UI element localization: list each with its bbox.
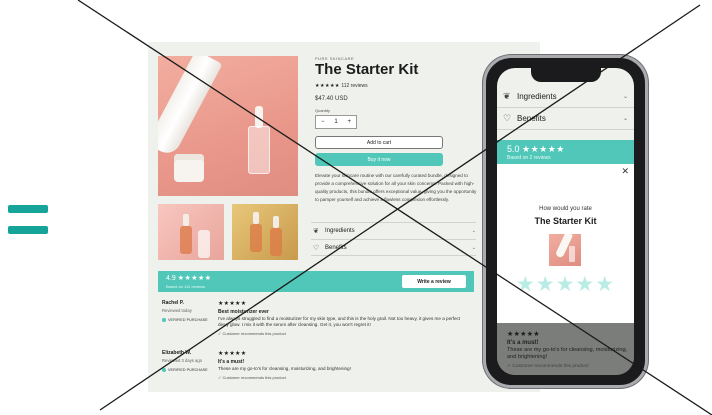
- quantity-decrement-button[interactable]: −: [321, 119, 325, 125]
- review-item: Elizabeth W. Reviewed 3 days ago VERIFIE…: [162, 350, 472, 380]
- equals-sign-bottom-bar: [8, 226, 48, 234]
- review-count: 112 reviews: [341, 83, 368, 89]
- quantity-increment-button[interactable]: +: [347, 119, 351, 125]
- review-text: These are my go-to's for cleansing, mois…: [218, 366, 351, 371]
- review-score: 4.9 ★★★★★: [166, 274, 212, 282]
- review-headline: It's a must!: [507, 340, 539, 346]
- accordion-label: Ingredients: [325, 228, 355, 234]
- star-icon: ★★★★★: [218, 301, 247, 307]
- modal-product-image: [549, 234, 581, 266]
- dropper-bottle-illustration: [248, 106, 270, 176]
- review-headline: It's a must!: [218, 359, 245, 365]
- average-score: 5.0: [507, 144, 520, 154]
- accordion-benefits[interactable]: ♡ Benefits ⌄: [311, 239, 476, 256]
- chevron-down-icon: ⌄: [471, 228, 476, 234]
- product-hero-image[interactable]: [158, 56, 298, 196]
- review-body: ★★★★★ Best moisturizer ever I've always …: [218, 300, 472, 336]
- heart-icon: ♡: [503, 113, 512, 123]
- jar-illustration: [174, 154, 204, 182]
- accordion-label: Benefits: [517, 114, 546, 123]
- leaf-icon: ❦: [503, 91, 511, 101]
- product-thumbnail-2[interactable]: [232, 204, 298, 260]
- equals-sign-top-bar: [8, 205, 48, 213]
- star-icon: ★★★★★: [507, 331, 540, 338]
- phone-review-item: ★★★★★ It's a must! These are my go-to's …: [507, 330, 631, 369]
- star-icon: ★★★★★: [522, 144, 565, 154]
- review-text: I've always struggled to find a moisturi…: [218, 316, 461, 327]
- rating-row[interactable]: ★★★★★ 112 reviews: [315, 83, 368, 89]
- accordion-label: Benefits: [325, 244, 347, 251]
- phone-screen: ❦ Ingredients ⌄ ♡ Benefits ⌄ 5.0 ★★★★★ B…: [497, 68, 634, 375]
- product-price: $47.40 USD: [315, 96, 348, 102]
- review-summary-banner: 4.9 ★★★★★ Based on 112 reviews Write a r…: [158, 271, 474, 292]
- accordion-ingredients[interactable]: ❦ Ingredients ⌄: [311, 222, 476, 239]
- star-icon: ★★★★★: [177, 275, 212, 282]
- star-rating-input[interactable]: ★★★★★: [497, 272, 634, 297]
- chevron-down-icon: ⌄: [622, 116, 628, 122]
- product-title: The Starter Kit: [315, 61, 419, 78]
- buy-now-button[interactable]: Buy it now: [315, 153, 443, 166]
- desktop-product-page: PURE SKINCARE The Starter Kit ★★★★★ 112 …: [148, 42, 540, 392]
- verified-label: VERIFIED PURCHASE: [168, 318, 208, 322]
- rating-modal: ✕ How would you rate The Starter Kit ★★★…: [497, 164, 634, 323]
- chevron-down-icon: ⌄: [622, 94, 628, 100]
- leaf-icon: ❦: [313, 228, 319, 235]
- verified-dot-icon: [162, 318, 166, 322]
- average-score: 4.9: [166, 275, 176, 282]
- recommend-note: ✓ Customer recommends this product: [507, 364, 589, 369]
- review-headline: Best moisturizer ever: [218, 309, 269, 315]
- chevron-down-icon: ⌄: [471, 244, 476, 251]
- recommend-note: ✓ Customer recommends this product: [218, 331, 286, 336]
- add-to-cart-button[interactable]: Add to cart: [315, 136, 443, 149]
- verified-dot-icon: [162, 368, 166, 372]
- tube-illustration: [158, 56, 223, 158]
- based-on-text: Based on 2 reviews: [507, 155, 551, 161]
- quantity-label: Quantity: [315, 108, 330, 113]
- phone-accordion-benefits[interactable]: ♡ Benefits ⌄: [497, 108, 634, 130]
- recommend-note: ✓ Customer recommends this product: [218, 375, 286, 380]
- product-thumbnail-1[interactable]: [158, 204, 224, 260]
- rating-question: How would you rate: [539, 206, 592, 212]
- star-icon: ★★★★★: [315, 83, 340, 89]
- review-body: ★★★★★ It's a must! These are my go-to's …: [218, 350, 472, 380]
- review-score: 5.0 ★★★★★: [507, 144, 624, 155]
- write-review-button[interactable]: Write a review: [402, 275, 466, 288]
- heart-icon: ♡: [313, 244, 320, 252]
- quantity-stepper[interactable]: − 1 +: [315, 115, 357, 129]
- verified-label: VERIFIED PURCHASE: [168, 368, 208, 372]
- phone-notch: [531, 68, 601, 82]
- product-description: Elevate your skincare routine with our c…: [315, 173, 477, 202]
- phone-accordion-ingredients[interactable]: ❦ Ingredients ⌄: [497, 86, 634, 108]
- accordion-label: Ingredients: [517, 92, 557, 101]
- quantity-value[interactable]: 1: [334, 119, 337, 125]
- based-on-text: Based on 112 reviews: [166, 284, 206, 289]
- close-icon[interactable]: ✕: [621, 166, 629, 177]
- phone-mockup: ❦ Ingredients ⌄ ♡ Benefits ⌄ 5.0 ★★★★★ B…: [483, 55, 648, 388]
- star-icon: ★★★★★: [218, 351, 247, 357]
- review-text: These are my go-to's for cleansing, mois…: [507, 347, 628, 360]
- phone-review-summary: 5.0 ★★★★★ Based on 2 reviews: [497, 140, 634, 164]
- modal-product-title: The Starter Kit: [534, 216, 597, 226]
- review-item: Rachel P. Reviewed today VERIFIED PURCHA…: [162, 300, 472, 336]
